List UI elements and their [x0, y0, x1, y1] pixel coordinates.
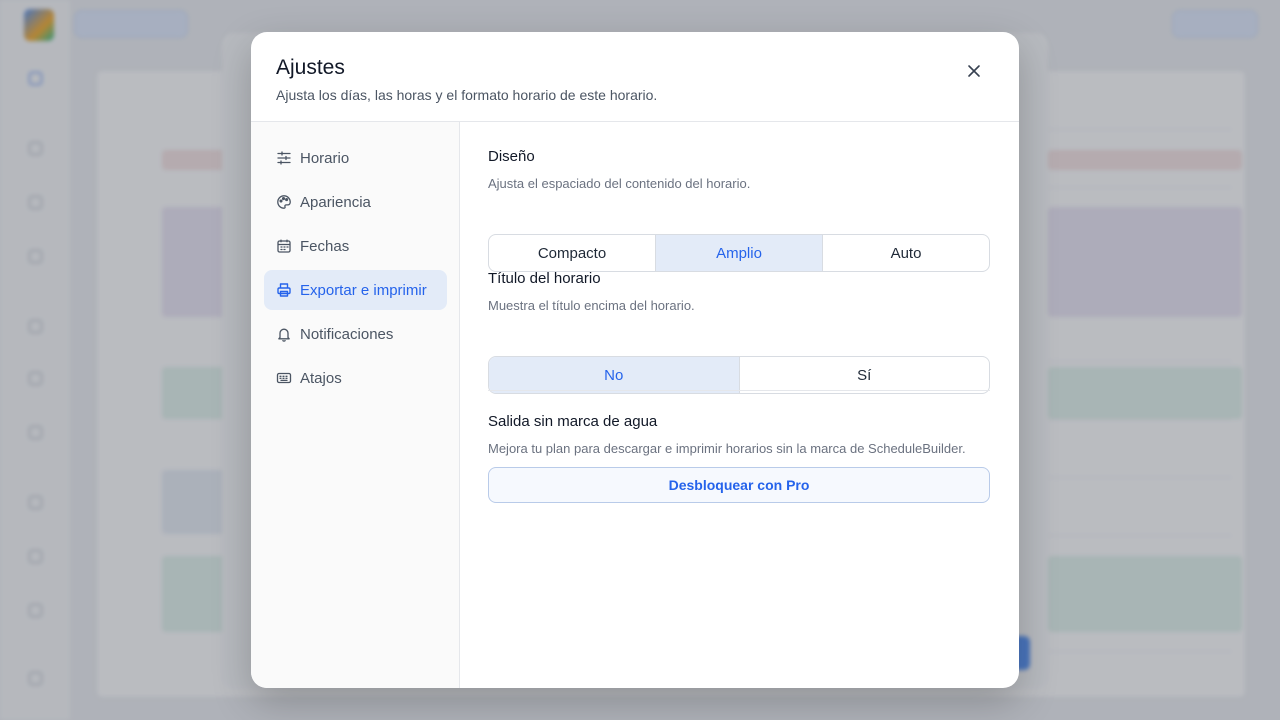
modal-title: Ajustes — [276, 56, 345, 79]
watermark-description: Mejora tu plan para descargar e imprimir… — [488, 441, 966, 456]
unlock-pro-button[interactable]: Desbloquear con Pro — [488, 467, 990, 503]
section-divider — [488, 390, 990, 391]
settings-nav: Horario Apariencia Fechas Exportar e imp… — [251, 122, 460, 688]
nav-item-label: Horario — [300, 149, 350, 167]
nav-item-notificaciones[interactable]: Notificaciones — [264, 314, 447, 354]
schedule-title-description: Muestra el título encima del horario. — [488, 298, 695, 313]
modal-subtitle: Ajusta los días, las horas y el formato … — [276, 87, 658, 103]
sliders-icon — [276, 150, 292, 166]
nav-item-fechas[interactable]: Fechas — [264, 226, 447, 266]
nav-item-label: Notificaciones — [300, 325, 394, 343]
nav-item-label: Atajos — [300, 369, 342, 387]
nav-item-label: Apariencia — [300, 193, 371, 211]
bell-icon — [276, 326, 292, 342]
printer-icon — [276, 282, 292, 298]
keyboard-icon — [276, 370, 292, 386]
settings-modal: Ajustes Ajusta los días, las horas y el … — [251, 32, 1019, 688]
schedule-title-title: Título del horario — [488, 270, 601, 287]
nav-item-label: Fechas — [300, 237, 350, 255]
nav-item-horario[interactable]: Horario — [264, 138, 447, 178]
design-option-compacto[interactable]: Compacto — [489, 235, 656, 271]
schedule-title-toggle: No Sí — [488, 356, 990, 394]
settings-content: Diseño Ajusta el espaciado del contenido… — [460, 122, 1019, 688]
design-title: Diseño — [488, 148, 535, 165]
close-icon — [967, 64, 981, 83]
calendar-icon — [276, 238, 292, 254]
design-option-auto[interactable]: Auto — [823, 235, 989, 271]
nav-item-exportar[interactable]: Exportar e imprimir — [264, 270, 447, 310]
modal-header: Ajustes Ajusta los días, las horas y el … — [251, 32, 1019, 122]
nav-item-atajos[interactable]: Atajos — [264, 358, 447, 398]
watermark-title: Salida sin marca de agua — [488, 413, 658, 430]
design-option-amplio[interactable]: Amplio — [656, 235, 823, 271]
schedule-title-option-si[interactable]: Sí — [740, 357, 990, 393]
design-segmented-control: Compacto Amplio Auto — [488, 234, 990, 272]
close-button[interactable] — [961, 60, 987, 86]
schedule-title-option-no[interactable]: No — [489, 357, 740, 393]
nav-item-label: Exportar e imprimir — [300, 281, 427, 299]
palette-icon — [276, 194, 292, 210]
design-description: Ajusta el espaciado del contenido del ho… — [488, 176, 751, 191]
nav-item-apariencia[interactable]: Apariencia — [264, 182, 447, 222]
